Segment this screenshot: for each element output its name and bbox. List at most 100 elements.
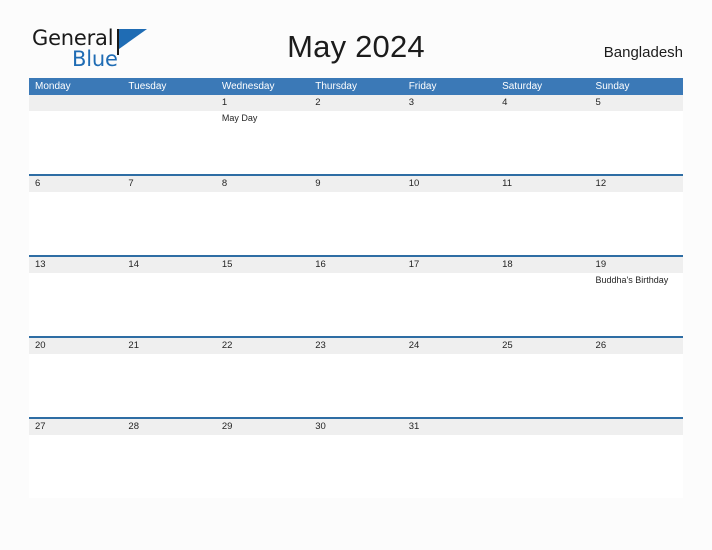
day-number: 26 — [595, 340, 607, 351]
calendar-day-cell[interactable]: 23 — [309, 338, 403, 417]
day-number-band — [496, 419, 590, 435]
day-number: 13 — [35, 259, 46, 270]
dow-sunday: Sunday — [595, 81, 630, 92]
calendar-day-cell[interactable]: 4 — [496, 95, 590, 174]
day-of-week-header: Monday Tuesday Wednesday Thursday Friday… — [29, 78, 683, 95]
calendar-week-row: 27 28 29 30 31 — [29, 417, 683, 498]
day-number: 27 — [35, 421, 46, 432]
calendar-day-cell[interactable]: 25 — [496, 338, 590, 417]
calendar-day-cell[interactable] — [122, 95, 216, 174]
calendar-day-cell[interactable]: 21 — [122, 338, 216, 417]
calendar-week-row: 20 21 22 23 24 25 26 — [29, 336, 683, 417]
calendar-page: General Blue May 2024 Bangladesh Monday … — [0, 0, 712, 550]
calendar-day-cell[interactable]: 16 — [309, 257, 403, 336]
calendar-week-cells: 27 28 29 30 31 — [29, 419, 683, 498]
calendar-day-cell[interactable]: 28 — [122, 419, 216, 498]
calendar-day-cell[interactable]: 26 — [589, 338, 683, 417]
dow-saturday: Saturday — [502, 81, 543, 92]
day-number-band — [309, 176, 403, 192]
calendar-day-cell[interactable] — [29, 95, 123, 174]
calendar-week-row: 1 May Day 2 3 4 5 — [29, 95, 683, 174]
country-label: Bangladesh — [603, 44, 683, 61]
holiday-event-label: Buddha's Birthday — [595, 275, 669, 285]
day-number: 18 — [502, 259, 513, 270]
calendar-day-cell[interactable]: 31 — [402, 419, 497, 498]
day-number: 20 — [35, 340, 46, 351]
day-number-band — [122, 176, 216, 192]
day-number: 29 — [221, 421, 233, 432]
day-number: 4 — [502, 97, 508, 108]
calendar-weeks: 1 May Day 2 3 4 5 6 7 8 9 10 11 12 13 14 15 16 17 18 19 Budd… — [29, 95, 683, 498]
calendar-day-cell[interactable]: 24 — [402, 338, 497, 417]
calendar-day-cell[interactable]: 6 — [29, 176, 123, 255]
page-header: General Blue May 2024 Bangladesh — [0, 0, 712, 76]
day-number-band — [29, 176, 123, 192]
calendar-day-cell[interactable]: 29 — [215, 419, 310, 498]
calendar-day-cell[interactable]: 13 — [29, 257, 123, 336]
calendar-week-cells: 1 May Day 2 3 4 5 — [29, 95, 683, 174]
calendar-day-cell[interactable]: 19 Buddha's Birthday — [589, 257, 683, 336]
day-number: 21 — [128, 340, 139, 351]
day-number: 24 — [408, 340, 420, 351]
day-number: 19 — [595, 259, 607, 270]
calendar-week-row: 6 7 8 9 10 11 12 — [29, 174, 683, 255]
day-number: 17 — [408, 259, 420, 270]
day-number: 7 — [128, 178, 134, 189]
day-number-band — [496, 95, 590, 111]
day-number: 10 — [408, 178, 420, 189]
calendar-day-cell[interactable]: 5 — [589, 95, 683, 174]
dow-thursday: Thursday — [315, 81, 357, 92]
calendar-day-cell[interactable] — [496, 419, 590, 498]
calendar-day-cell[interactable]: 15 — [215, 257, 310, 336]
day-events: May Day — [222, 112, 306, 125]
day-number: 15 — [221, 259, 233, 270]
calendar-week-cells: 20 21 22 23 24 25 26 — [29, 338, 683, 417]
day-number-band — [402, 95, 497, 111]
day-number-band — [589, 419, 683, 435]
day-number: 28 — [128, 421, 139, 432]
dow-friday: Friday — [408, 81, 437, 92]
dow-tuesday: Tuesday — [128, 81, 167, 92]
day-number: 23 — [315, 340, 326, 351]
day-number: 6 — [35, 178, 41, 189]
day-number: 2 — [315, 97, 321, 108]
calendar-day-cell[interactable]: 18 — [496, 257, 590, 336]
day-number-band — [215, 176, 310, 192]
day-number: 25 — [502, 340, 513, 351]
calendar-day-cell[interactable]: 7 — [122, 176, 216, 255]
calendar-day-cell[interactable]: 10 — [402, 176, 497, 255]
calendar-day-cell[interactable]: 1 May Day — [215, 95, 310, 174]
day-number: 30 — [315, 421, 326, 432]
calendar-day-cell[interactable]: 22 — [215, 338, 310, 417]
calendar-day-cell[interactable]: 11 — [496, 176, 590, 255]
calendar-week-row: 13 14 15 16 17 18 19 Buddha's Birthday — [29, 255, 683, 336]
calendar-day-cell[interactable]: 9 — [309, 176, 403, 255]
day-number: 22 — [221, 340, 233, 351]
calendar-day-cell[interactable]: 20 — [29, 338, 123, 417]
dow-wednesday: Wednesday — [221, 81, 275, 92]
calendar-week-cells: 6 7 8 9 10 11 12 — [29, 176, 683, 255]
day-number: 16 — [315, 259, 326, 270]
calendar-day-cell[interactable]: 2 — [309, 95, 403, 174]
calendar-day-cell[interactable]: 27 — [29, 419, 123, 498]
calendar-day-cell[interactable]: 14 — [122, 257, 216, 336]
day-number-band — [309, 95, 403, 111]
calendar-week-cells: 13 14 15 16 17 18 19 Buddha's Birthday — [29, 257, 683, 336]
day-number: 5 — [595, 97, 601, 108]
day-number: 11 — [502, 178, 512, 189]
calendar-day-cell[interactable]: 8 — [215, 176, 310, 255]
day-number: 14 — [128, 259, 139, 270]
calendar-day-cell[interactable] — [589, 419, 683, 498]
calendar-day-cell[interactable]: 3 — [402, 95, 497, 174]
day-number-band — [215, 95, 310, 111]
calendar-day-cell[interactable]: 12 — [589, 176, 683, 255]
day-number: 1 — [221, 97, 228, 108]
day-number: 9 — [315, 178, 321, 189]
day-number-band — [29, 95, 123, 111]
day-events: Buddha's Birthday — [596, 274, 680, 287]
calendar-day-cell[interactable]: 30 — [309, 419, 403, 498]
calendar-grid: Monday Tuesday Wednesday Thursday Friday… — [29, 78, 683, 498]
holiday-event-label: May Day — [221, 113, 258, 123]
day-number: 8 — [221, 178, 228, 189]
calendar-day-cell[interactable]: 17 — [402, 257, 497, 336]
